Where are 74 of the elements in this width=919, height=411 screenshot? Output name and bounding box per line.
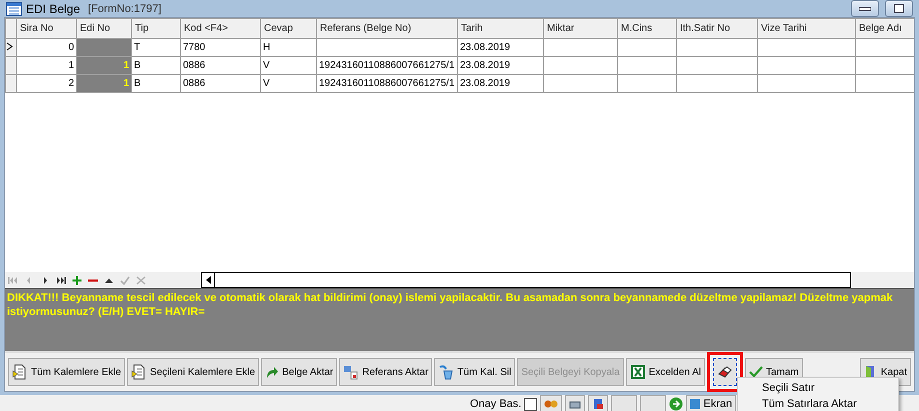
table-cell: B — [132, 74, 180, 92]
toolbar-button[interactable]: Referans Aktar — [339, 358, 432, 386]
screen-button[interactable]: Ekran — [686, 395, 736, 411]
table-cell: 1 — [76, 74, 132, 92]
column-header[interactable]: Tip — [132, 18, 180, 38]
table-cell: V — [260, 74, 316, 92]
table-cell: 1 — [76, 56, 132, 74]
first-record-icon — [8, 276, 18, 284]
table-cell — [618, 56, 676, 74]
horizontal-scrollbar[interactable] — [201, 272, 851, 288]
column-header[interactable]: M.Cins — [618, 18, 676, 38]
table-cell — [618, 74, 676, 92]
monitor-icon — [690, 398, 700, 410]
table-cell — [856, 38, 914, 56]
table-cell: 23.08.2019 — [458, 38, 544, 56]
column-header[interactable]: Kod <F4> — [180, 18, 260, 38]
report-icon — [592, 398, 604, 410]
check-icon — [120, 276, 130, 284]
minimize-icon — [859, 6, 871, 10]
table-cell: 0 — [16, 38, 76, 56]
document-icon — [131, 364, 148, 380]
table-cell: 7780 — [180, 38, 260, 56]
table-cell — [618, 38, 676, 56]
column-header[interactable]: Tarih — [458, 18, 544, 38]
arrow-cup-icon — [438, 364, 454, 380]
spreadsheet-icon — [630, 364, 646, 380]
row-header[interactable] — [6, 38, 16, 56]
column-header[interactable]: Belge Adı — [856, 18, 914, 38]
window-icon — [6, 2, 22, 16]
table-cell — [856, 56, 914, 74]
table-cell: 0886 — [180, 56, 260, 74]
table-cell: 23.08.2019 — [458, 74, 544, 92]
table-cell: H — [260, 38, 316, 56]
eraser-icon — [716, 365, 733, 379]
column-header[interactable]: Referans (Belge No) — [316, 18, 458, 38]
toolbar-button[interactable]: Excelden Al — [626, 358, 705, 386]
table-cell: 19243160110886007661275/1 — [316, 74, 458, 92]
column-header[interactable]: Miktar — [544, 18, 618, 38]
column-header[interactable]: Vize Tarihi — [758, 18, 856, 38]
toolbar-button[interactable]: Tüm Kalemlere Ekle — [8, 358, 126, 386]
curved-arrow-icon — [265, 365, 280, 379]
table-cell: T — [132, 38, 180, 56]
table-cell: 23.08.2019 — [458, 56, 544, 74]
column-header[interactable]: Cevap — [260, 18, 316, 38]
minimize-button[interactable] — [851, 0, 879, 17]
scroll-left-icon — [206, 276, 210, 284]
table-cell: V — [260, 56, 316, 74]
plus-icon — [72, 276, 82, 284]
toolbar-button[interactable]: Tüm Kal. Sil — [434, 358, 516, 386]
table-cell: 19243160110886007661275/1 — [316, 56, 458, 74]
toolbar-button[interactable]: Belge Aktar — [261, 358, 338, 386]
dots-icon — [544, 399, 558, 409]
document-icon — [12, 364, 28, 380]
column-header[interactable]: Sira No — [16, 18, 76, 38]
check-icon — [748, 366, 763, 378]
form-number: [FormNo:1797] — [88, 2, 162, 14]
table-cell: 2 — [16, 74, 76, 92]
column-header[interactable]: Edi No — [76, 18, 132, 38]
table-cell: 0886 — [180, 74, 260, 92]
toolbar-button[interactable]: Seçileni Kalemlere Ekle — [127, 358, 260, 386]
checkbox[interactable] — [524, 398, 538, 410]
menu-item[interactable]: Tüm Satırlara Aktar — [738, 396, 898, 411]
table-cell — [76, 38, 132, 56]
maximize-icon — [894, 4, 904, 13]
transfer-icon — [343, 364, 360, 380]
column-header[interactable]: Ith.Satir No — [676, 18, 758, 38]
window-title: EDI Belge — [26, 2, 80, 16]
cross-icon — [136, 276, 146, 284]
checkbox-label: Onay Bas. — [470, 398, 522, 410]
table-cell: B — [132, 56, 180, 74]
last-record-icon — [56, 276, 66, 284]
warning-message: DIKKAT!!! Beyanname tescil edilecek ve otomatik olarak hat bildirimi (onay) islemi yapilacaktir. Bu asamadan sonra beyannamede düzeltme yapilamaz! Düzeltme yapmak istiyormusunuz? (E/H) EVET= HAYIR= — [5, 288, 914, 351]
table-cell: 1 — [16, 56, 76, 74]
maximize-button[interactable] — [885, 0, 913, 17]
